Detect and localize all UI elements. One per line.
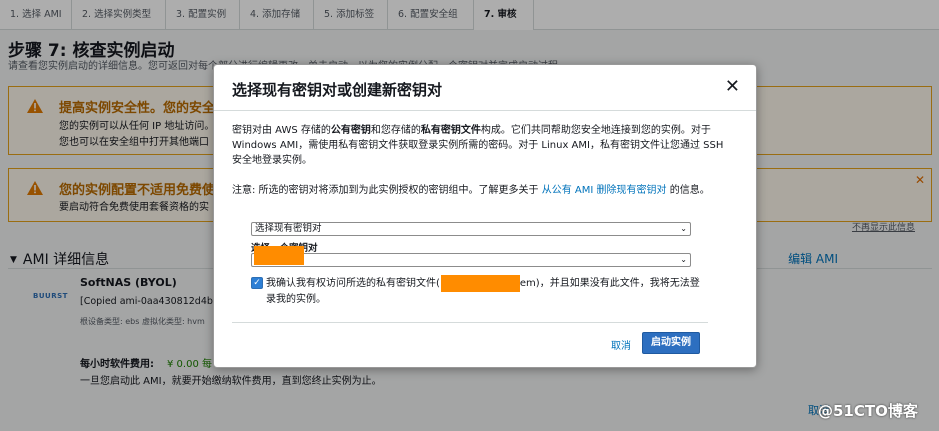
acknowledge-checkbox[interactable]: ✓ (251, 277, 263, 289)
chevron-down-icon: ⌄ (680, 224, 687, 233)
key-pair-note: 注意: 所选的密钥对将添加到为此实例授权的密钥组中。了解更多关于 从公有 AMI… (232, 183, 732, 198)
modal-header: 选择现有密钥对或创建新密钥对 ✕ (214, 65, 756, 111)
redaction-block (254, 246, 304, 265)
watermark: @51CTO博客 (818, 402, 918, 420)
launch-instance-button[interactable]: 启动实例 (642, 332, 700, 354)
key-pair-modal: 选择现有密钥对或创建新密钥对 ✕ 密钥对由 AWS 存储的公有密钥和您存储的私有… (213, 64, 757, 368)
public-key-term: 公有密钥 (330, 125, 371, 136)
note-suffix: 的信息。 (669, 185, 710, 196)
key-option-select[interactable]: 选择现有密钥对 ⌄ (251, 222, 691, 236)
explanation-text-2: 和您存储的 (370, 125, 421, 136)
key-option-value: 选择现有密钥对 (255, 223, 322, 234)
ack-prefix: 我确认我有权访问所选的私有密钥文件( (266, 278, 440, 289)
key-pair-explanation: 密钥对由 AWS 存储的公有密钥和您存储的私有密钥文件构成。它们共同帮助您安全地… (232, 123, 732, 168)
key-pair-select[interactable]: ⌄ (251, 253, 691, 267)
explanation-text-1: 密钥对由 AWS 存储的 (232, 125, 331, 136)
redaction-block (441, 275, 520, 292)
modal-footer-divider (232, 322, 708, 323)
close-icon[interactable]: ✕ (725, 78, 740, 96)
modal-title: 选择现有密钥对或创建新密钥对 (232, 81, 443, 99)
remove-key-pair-link[interactable]: 从公有 AMI 删除现有密钥对 (542, 185, 667, 196)
cancel-button[interactable]: 取消 (611, 337, 631, 352)
private-key-term: 私有密钥文件 (420, 125, 481, 136)
note-text: 注意: 所选的密钥对将添加到为此实例授权的密钥组中。了解更多关于 (232, 185, 539, 196)
chevron-down-icon: ⌄ (680, 255, 687, 264)
